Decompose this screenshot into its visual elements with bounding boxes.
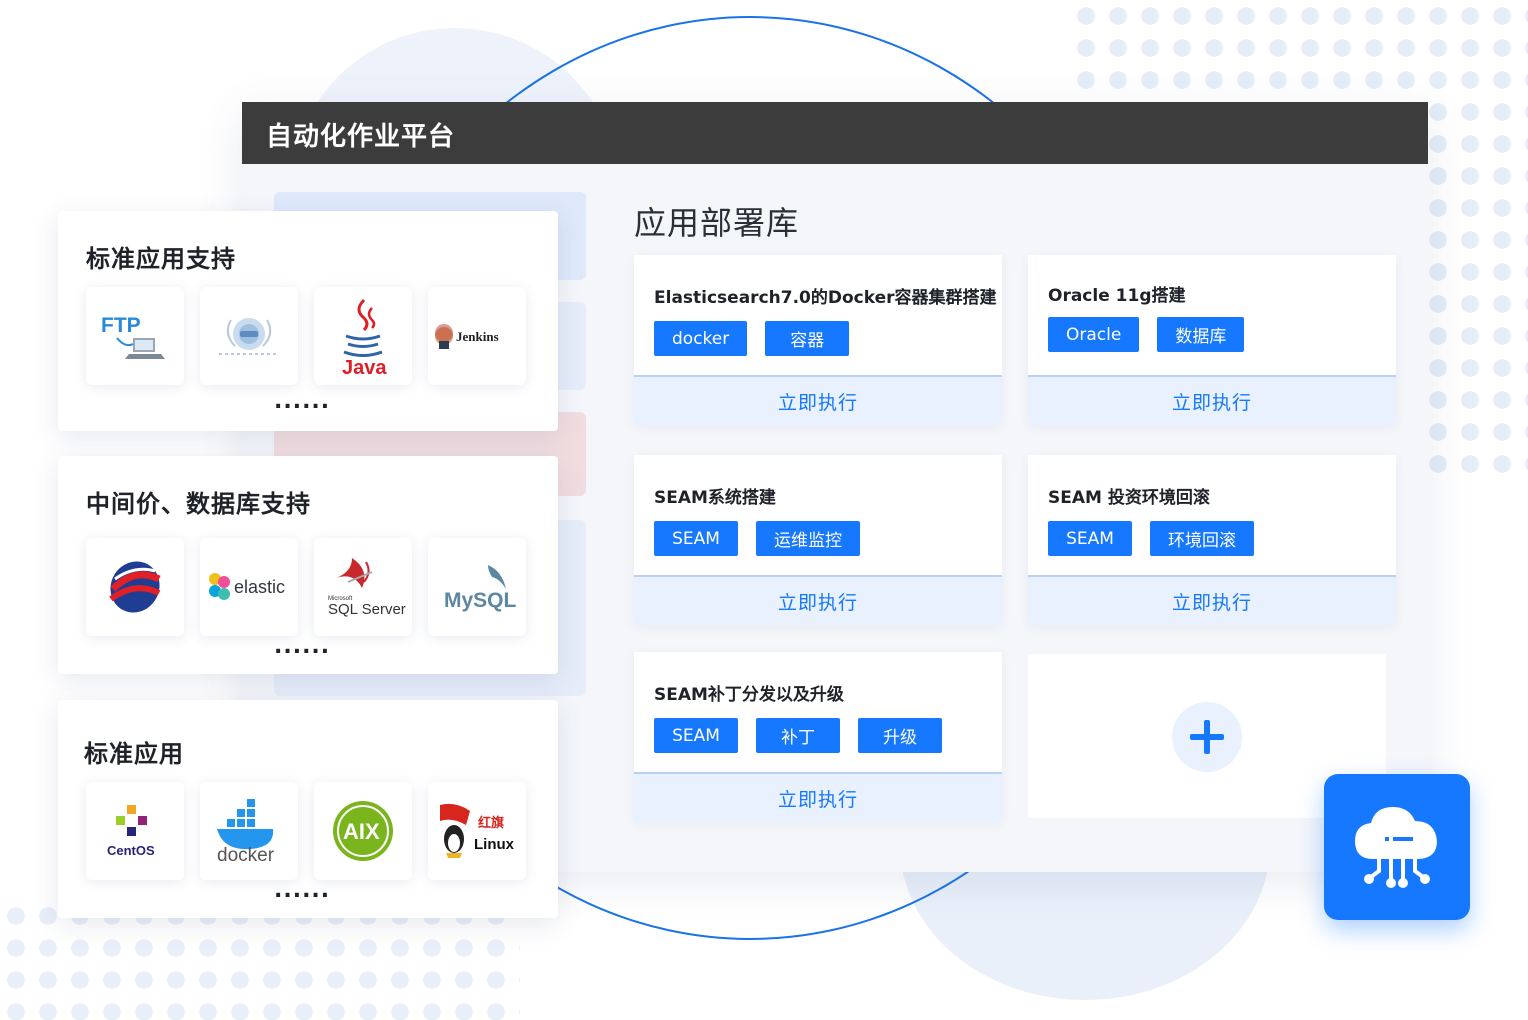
card-title: Elasticsearch7.0的Docker容器集群搭建 bbox=[654, 288, 997, 308]
tag: Oracle bbox=[1048, 317, 1140, 352]
more-indicator: ...... bbox=[274, 634, 331, 659]
logo-row: elastic Microsoft SQL Server MySQL bbox=[86, 538, 526, 636]
java-logo: Java bbox=[314, 287, 412, 385]
tag: 数据库 bbox=[1157, 317, 1245, 352]
redflag-linux-logo: 红旗 Linux bbox=[428, 782, 526, 880]
svg-text:AIX: AIX bbox=[343, 819, 380, 844]
svg-text:CentOS: CentOS bbox=[107, 843, 155, 858]
tag: SEAM bbox=[654, 521, 738, 556]
add-button[interactable] bbox=[1172, 702, 1242, 772]
svg-text:Java: Java bbox=[342, 357, 387, 378]
tag: SEAM bbox=[654, 718, 738, 753]
tag: SEAM bbox=[1048, 521, 1132, 556]
svg-text:SQL Server: SQL Server bbox=[328, 601, 406, 618]
deploy-card: Elasticsearch7.0的Docker容器集群搭建 docker 容器 … bbox=[634, 255, 1002, 425]
aix-logo: AIX bbox=[314, 782, 412, 880]
dot-pattern-bottom-left bbox=[0, 900, 520, 1020]
http-server-logo bbox=[200, 287, 298, 385]
cloud-badge bbox=[1324, 774, 1470, 920]
tag: 补丁 bbox=[756, 718, 840, 753]
execute-button[interactable]: 立即执行 bbox=[1028, 575, 1396, 625]
logo-row: FTP Java Jenkins bbox=[86, 287, 526, 385]
logo-row: CentOS docker AIX 红旗 Linux bbox=[86, 782, 526, 880]
elastic-logo: elastic bbox=[200, 538, 298, 636]
mysql-logo: MySQL bbox=[428, 538, 526, 636]
svg-text:elastic: elastic bbox=[234, 577, 285, 597]
tag: 容器 bbox=[765, 321, 850, 356]
execute-button[interactable]: 立即执行 bbox=[634, 575, 1002, 625]
jenkins-logo: Jenkins bbox=[428, 287, 526, 385]
deploy-card: Oracle 11g搭建 Oracle 数据库 立即执行 bbox=[1028, 255, 1396, 425]
card-tags: docker 容器 bbox=[654, 321, 850, 356]
more-indicator: ...... bbox=[274, 389, 331, 414]
centos-logo: CentOS bbox=[86, 782, 184, 880]
deploy-card: SEAM系统搭建 SEAM 运维监控 立即执行 bbox=[634, 455, 1002, 625]
svg-text:FTP: FTP bbox=[101, 314, 141, 337]
svg-text:MySQL: MySQL bbox=[444, 589, 517, 612]
card-title: SEAM系统搭建 bbox=[654, 488, 776, 508]
support-panel-standard: 标准应用 CentOS docker AIX 红旗 Linux ...... bbox=[58, 700, 558, 918]
deploy-card: SEAM 投资环境回滚 SEAM 环境回滚 立即执行 bbox=[1028, 455, 1396, 625]
tag: 运维监控 bbox=[756, 521, 860, 556]
support-panel-title: 标准应用 bbox=[84, 740, 184, 768]
execute-button[interactable]: 立即执行 bbox=[634, 772, 1002, 822]
tag: 升级 bbox=[858, 718, 942, 753]
plus-icon bbox=[1190, 720, 1224, 754]
support-panel-standard-apps: 标准应用支持 FTP Java Jenkins ...... bbox=[58, 211, 558, 431]
card-title: SEAM补丁分发以及升级 bbox=[654, 685, 844, 705]
tag: 环境回滚 bbox=[1150, 521, 1254, 556]
support-panel-title: 中间价、数据库支持 bbox=[86, 490, 311, 518]
execute-button[interactable]: 立即执行 bbox=[634, 375, 1002, 425]
tag: docker bbox=[654, 321, 748, 356]
cloud-network-icon bbox=[1355, 807, 1437, 888]
svg-text:Linux: Linux bbox=[474, 836, 515, 853]
svg-text:Jenkins: Jenkins bbox=[456, 329, 499, 344]
card-tags: Oracle 数据库 bbox=[1048, 317, 1245, 352]
svg-text:红旗: 红旗 bbox=[478, 815, 504, 831]
sql-server-logo: Microsoft SQL Server bbox=[314, 538, 412, 636]
window-title: 自动化作业平台 bbox=[266, 122, 456, 152]
ftp-logo: FTP bbox=[86, 287, 184, 385]
card-tags: SEAM 运维监控 bbox=[654, 521, 860, 556]
more-indicator: ...... bbox=[274, 878, 331, 903]
middleware-logo bbox=[86, 538, 184, 636]
window-header: 自动化作业平台 bbox=[242, 102, 1428, 164]
section-title: 应用部署库 bbox=[634, 204, 800, 242]
support-panel-middleware-db: 中间价、数据库支持 elastic Microsoft SQL Server M… bbox=[58, 456, 558, 674]
card-tags: SEAM 环境回滚 bbox=[1048, 521, 1254, 556]
card-tags: SEAM 补丁 升级 bbox=[654, 718, 942, 753]
card-title: SEAM 投资环境回滚 bbox=[1048, 488, 1210, 508]
support-panel-title: 标准应用支持 bbox=[86, 245, 236, 273]
card-title: Oracle 11g搭建 bbox=[1048, 286, 1186, 306]
deploy-card: SEAM补丁分发以及升级 SEAM 补丁 升级 立即执行 bbox=[634, 652, 1002, 822]
docker-logo: docker bbox=[200, 782, 298, 880]
execute-button[interactable]: 立即执行 bbox=[1028, 375, 1396, 425]
svg-text:docker: docker bbox=[217, 845, 275, 863]
